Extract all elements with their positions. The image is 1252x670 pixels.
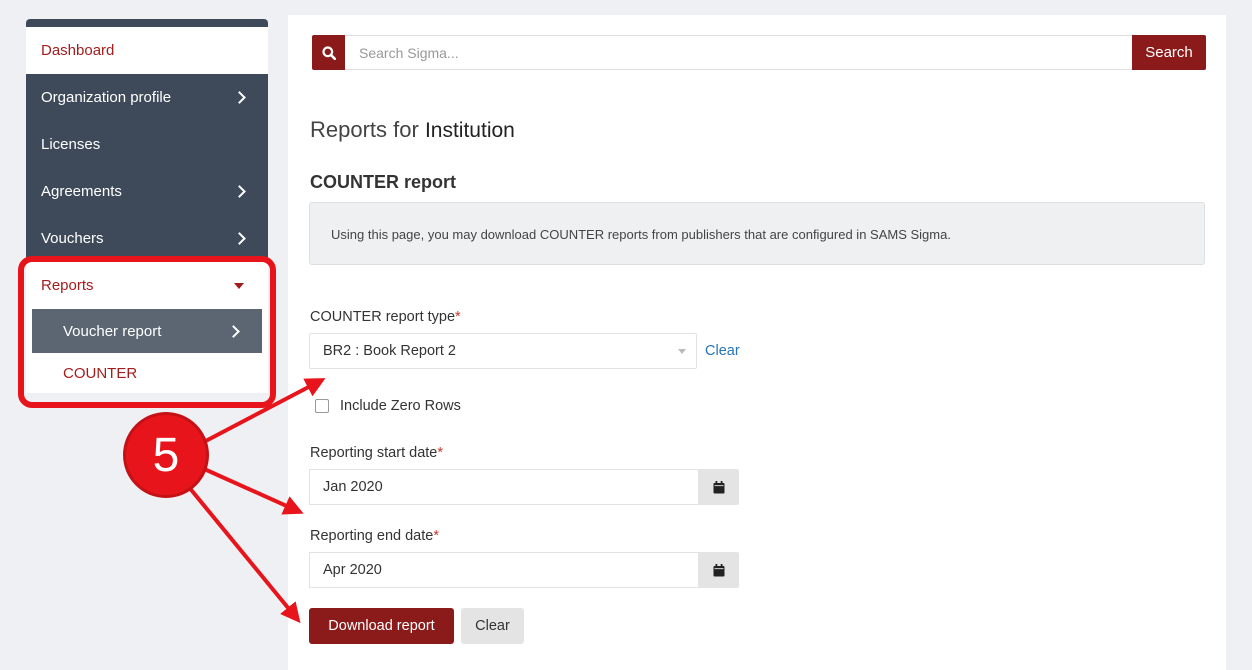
sidebar-item-licenses[interactable]: Licenses [26, 121, 268, 168]
sidebar-item-agreements[interactable]: Agreements [26, 168, 268, 215]
clear-report-type-link[interactable]: Clear [705, 343, 740, 359]
page-title-prefix: Reports for [310, 117, 419, 142]
calendar-icon[interactable] [698, 469, 739, 505]
main-panel: Search Sigma... Search Reports for Insti… [288, 15, 1226, 670]
sidebar-item-label: Agreements [41, 183, 122, 200]
sidebar-item-label: Vouchers [41, 230, 104, 247]
sidebar-item-dashboard[interactable]: Dashboard [26, 27, 268, 74]
include-zero-rows-checkbox[interactable] [315, 399, 329, 413]
clear-button[interactable]: Clear [461, 608, 524, 644]
info-text: Using this page, you may download COUNTE… [331, 227, 951, 242]
end-date-input[interactable]: Apr 2020 [309, 552, 698, 588]
section-title: COUNTER report [310, 172, 457, 192]
chevron-right-icon [233, 232, 246, 245]
end-date-label: Reporting end date* [310, 528, 439, 544]
start-date-field: Jan 2020 [309, 469, 739, 505]
sidebar-item-label: Organization profile [41, 89, 172, 106]
search-bar: Search Sigma... Search [312, 35, 1206, 70]
calendar-icon[interactable] [698, 552, 739, 588]
start-date-input[interactable]: Jan 2020 [309, 469, 698, 505]
search-button[interactable]: Search [1132, 35, 1206, 70]
report-type-select[interactable]: BR2 : Book Report 2 [309, 333, 697, 369]
info-box: Using this page, you may download COUNTE… [309, 202, 1205, 265]
report-type-label: COUNTER report type* [310, 309, 461, 325]
chevron-right-icon [233, 185, 246, 198]
report-type-value: BR2 : Book Report 2 [323, 343, 456, 359]
download-report-button[interactable]: Download report [309, 608, 454, 644]
page-title: Reports for Institution [310, 117, 515, 143]
start-date-label: Reporting start date* [310, 445, 444, 461]
page-title-entity: Institution [424, 119, 515, 142]
search-icon[interactable] [312, 35, 345, 70]
end-date-field: Apr 2020 [309, 552, 739, 588]
include-zero-rows-row: Include Zero Rows [315, 398, 461, 414]
caret-down-icon [678, 348, 686, 354]
step-number-badge: 5 [126, 415, 206, 495]
search-input[interactable]: Search Sigma... [345, 35, 1132, 70]
chevron-right-icon [233, 91, 246, 104]
sidebar-item-label: Licenses [41, 136, 101, 153]
sidebar-item-label: Dashboard [41, 42, 115, 59]
sidebar-item-vouchers[interactable]: Vouchers [26, 215, 268, 262]
include-zero-rows-label: Include Zero Rows [340, 398, 461, 414]
sidebar-top-bar [26, 19, 268, 27]
sidebar-item-organization-profile[interactable]: Organization profile [26, 74, 268, 121]
annotation-highlight-box [18, 256, 276, 408]
